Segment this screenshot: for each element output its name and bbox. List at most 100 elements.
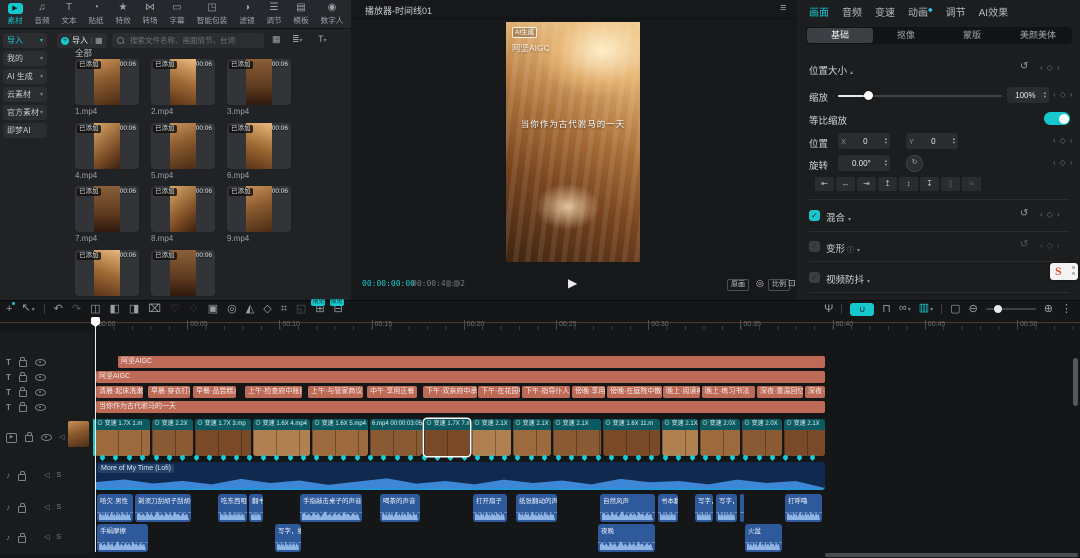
search-input[interactable] bbox=[128, 35, 259, 46]
sidebar-item[interactable]: 官方素材▾ bbox=[3, 105, 47, 120]
frame-icon[interactable]: ▣ bbox=[208, 300, 218, 318]
text-clip[interactable]: 深夜·躺卧休息 bbox=[805, 386, 825, 398]
reverse-icon[interactable]: ◎ bbox=[227, 300, 237, 318]
top-nav-item[interactable]: ♫音频 bbox=[34, 2, 50, 26]
music-clip[interactable]: More of My Time (Lofi) bbox=[95, 462, 825, 490]
crop-icon[interactable]: ⌗ bbox=[281, 300, 287, 318]
media-item[interactable]: 已添加00:06 bbox=[151, 59, 215, 105]
lock-icon[interactable] bbox=[18, 536, 26, 543]
top-nav-item[interactable]: ⋈转场 bbox=[142, 2, 158, 26]
keyframe-control[interactable]: ‹◇› bbox=[1053, 158, 1073, 167]
sound-effect-clip[interactable]: 喝茶的声音 bbox=[380, 494, 420, 522]
eye-icon[interactable] bbox=[41, 434, 52, 441]
top-nav-item[interactable]: ▶素材 bbox=[7, 3, 23, 26]
video-preview[interactable]: AI生成 阿坚AIGC 当你作为古代驸马的一天 bbox=[506, 22, 640, 262]
media-item[interactable]: 已添加00:06 bbox=[75, 59, 139, 105]
solo-icon[interactable]: S bbox=[56, 504, 61, 512]
scale-slider-knob[interactable] bbox=[864, 91, 873, 100]
lock-icon[interactable] bbox=[19, 375, 27, 382]
text-clip[interactable]: 下午·双亲府中承欢 bbox=[423, 386, 477, 398]
subtab-基础[interactable]: 基础 bbox=[807, 28, 873, 43]
mute-icon[interactable]: ◁ bbox=[59, 434, 64, 442]
blend-section[interactable]: 混合▾ bbox=[826, 210, 851, 224]
rotate-value-field[interactable]: 0.00° ▴▾ bbox=[838, 155, 890, 171]
top-nav-item[interactable]: ★特效 bbox=[115, 2, 131, 26]
text-clip[interactable]: 当你作为古代驸马的一天 bbox=[96, 401, 825, 413]
sound-effect-clip[interactable]: 哈欠·男性 bbox=[97, 494, 133, 522]
video-clip[interactable]: ⊙ 变速 2.1X bbox=[553, 419, 601, 456]
stabilize-checkbox[interactable]: ✓ bbox=[809, 272, 820, 283]
filter-icon[interactable]: T▾ bbox=[318, 34, 327, 44]
undo-icon[interactable]: ↶ bbox=[54, 300, 63, 318]
text-clip[interactable]: 上午·与管家商议事宜 bbox=[308, 386, 363, 398]
position-size-section[interactable]: 位置大小▴ bbox=[809, 63, 853, 77]
video-clip[interactable]: ⊙ 变速 2.0X bbox=[742, 419, 782, 456]
text-clip[interactable]: 阿坚AIGC bbox=[118, 356, 825, 368]
mirror-icon[interactable]: ◭ bbox=[246, 300, 254, 318]
uniform-scale-toggle[interactable] bbox=[1044, 112, 1070, 125]
media-item[interactable]: 已添加00:06 bbox=[227, 59, 291, 105]
eye-icon[interactable] bbox=[35, 389, 46, 396]
solo-icon[interactable]: S bbox=[56, 472, 61, 480]
video-clip[interactable]: ⊙ 变速 2.2X bbox=[152, 419, 193, 456]
sound-effect-clip[interactable]: 翻书 bbox=[249, 494, 263, 522]
freeze-icon[interactable]: ♡ bbox=[170, 300, 180, 318]
lock-icon[interactable] bbox=[19, 360, 27, 367]
slider-knob[interactable] bbox=[994, 305, 1002, 313]
fullscreen-icon[interactable]: ⊡ bbox=[788, 278, 796, 289]
text-clip[interactable]: 下午·指导仆人 bbox=[522, 386, 570, 398]
top-nav-item[interactable]: T文本 bbox=[61, 2, 77, 26]
top-nav-item[interactable]: ▭字幕 bbox=[169, 2, 185, 26]
subtab-蒙版[interactable]: 蒙版 bbox=[939, 28, 1005, 43]
top-nav-item[interactable]: ◳智能包装 bbox=[196, 2, 228, 26]
zoom-in-icon[interactable]: ⊕ bbox=[1044, 300, 1053, 318]
vertical-scrollbar[interactable] bbox=[1073, 358, 1078, 406]
eye-icon[interactable] bbox=[35, 359, 46, 366]
media-item[interactable]: 已添加00:06 bbox=[75, 186, 139, 232]
media-item[interactable]: 已添加00:06 bbox=[227, 186, 291, 232]
scale-value-box[interactable]: 100% ▴▾ bbox=[1007, 87, 1049, 103]
grid-view-icon[interactable]: ▦ bbox=[95, 36, 103, 45]
top-nav-item[interactable]: ◑滤镜 bbox=[239, 2, 255, 26]
lock-icon[interactable] bbox=[18, 506, 26, 513]
sound-effect-clip[interactable]: 夜晚 bbox=[598, 524, 655, 552]
adsorb-icon[interactable]: ⊓ bbox=[882, 300, 891, 318]
focus-icon[interactable]: ◎ bbox=[756, 278, 764, 289]
video-clip[interactable]: ⊙ 变速 1.7X 7.mp bbox=[424, 419, 470, 456]
video-clip[interactable]: ⊙ 变速 2.1X bbox=[513, 419, 551, 456]
video-clip[interactable]: ⊙ 变速 1.6X 5.mp4 bbox=[312, 419, 368, 456]
delete-icon[interactable]: ⌧ bbox=[148, 300, 161, 318]
keyframe-control[interactable]: ‹◇› bbox=[1040, 241, 1060, 250]
mute-icon[interactable]: ◁ bbox=[44, 504, 49, 512]
play-button[interactable]: ▶ bbox=[568, 276, 577, 290]
video-clip[interactable]: ⊙ 变速 1.6X 4.mp4 bbox=[253, 419, 310, 456]
smart-relight-icon[interactable]: ⊟限免 bbox=[334, 300, 343, 318]
sidebar-item[interactable]: 我的▾ bbox=[3, 51, 47, 66]
rotate-icon[interactable]: ◇ bbox=[263, 300, 271, 318]
sound-effect-clip[interactable]: 书本翻页 bbox=[658, 494, 678, 522]
mic-icon[interactable]: Ψ bbox=[824, 300, 833, 318]
solo-icon[interactable]: S bbox=[56, 534, 61, 542]
playhead-line[interactable] bbox=[95, 318, 96, 552]
align-icon-1[interactable]: ↔ bbox=[836, 177, 855, 191]
lock-icon[interactable] bbox=[25, 435, 33, 442]
video-clip[interactable]: ⊙ 变速 1.6X 11.m bbox=[603, 419, 660, 456]
mask-icon[interactable]: ◱ bbox=[296, 300, 306, 318]
linkage-icon[interactable]: ∞▾ bbox=[899, 299, 911, 319]
more-icon[interactable]: ⋮ bbox=[1061, 300, 1072, 318]
eye-icon[interactable] bbox=[35, 404, 46, 411]
reset-icon[interactable]: ↺ bbox=[1020, 61, 1028, 72]
text-clip[interactable]: 傍晚·在庭院中散步 bbox=[607, 386, 662, 398]
sound-effect-clip[interactable]: 打呼噜 bbox=[785, 494, 822, 522]
sidebar-item[interactable]: 导入▾ bbox=[3, 33, 47, 48]
video-clip[interactable]: 6.mp4 00:00:03:05 bbox=[370, 419, 422, 456]
caption-bubble-icon[interactable]: ▢ bbox=[950, 300, 960, 318]
video-clip[interactable]: ⊙ 变速 2.1X bbox=[472, 419, 511, 456]
preview-axis-icon[interactable]: ▥▾ bbox=[919, 299, 933, 319]
video-clip[interactable]: ⊙ 变速 1.7X 3.mp bbox=[195, 419, 251, 456]
reset-icon[interactable]: ↺ bbox=[1020, 239, 1028, 250]
align-icon-2[interactable]: ⇥ bbox=[857, 177, 876, 191]
tab-调节[interactable]: 调节 bbox=[946, 4, 966, 19]
mute-icon[interactable]: ◁ bbox=[44, 534, 49, 542]
split-icon[interactable]: ◫ bbox=[90, 300, 100, 318]
